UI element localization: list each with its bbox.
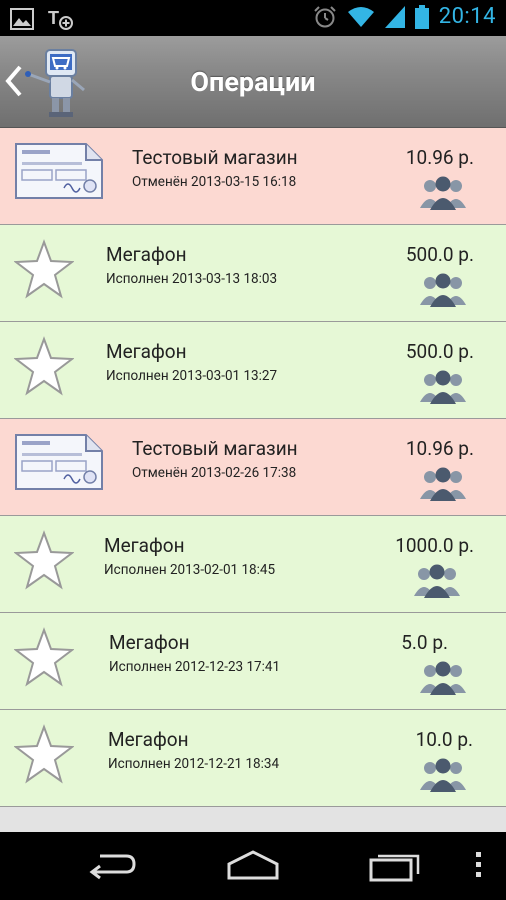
recent-apps-icon[interactable]	[368, 848, 424, 882]
operation-name: Мегафон	[106, 340, 187, 363]
operation-row-1[interactable]: Мегафон Исполнен 2013-03-13 18:03 500.0 …	[0, 225, 506, 322]
people-icon	[420, 370, 466, 404]
signal-icon	[384, 5, 405, 28]
people-icon	[414, 564, 460, 598]
operation-amount: 5.0 р.	[401, 631, 448, 654]
people-icon	[420, 467, 466, 501]
operation-row-4[interactable]: Мегафон Исполнен 2013-02-01 18:45 1000.0…	[0, 516, 506, 613]
wifi-icon	[347, 6, 374, 27]
star-icon	[14, 530, 74, 590]
home-nav-icon[interactable]	[226, 848, 280, 882]
star-icon	[14, 336, 74, 396]
operation-name: Мегафон	[108, 728, 189, 751]
operation-row-0[interactable]: Тестовый магазин Отменён 2013-03-15 16:1…	[0, 128, 506, 225]
operation-name: Тестовый магазин	[132, 437, 298, 460]
star-icon	[14, 724, 74, 784]
operation-amount: 10.96 р.	[405, 146, 474, 169]
operation-status: Отменён 2013-02-26 17:38	[132, 465, 297, 481]
operation-status: Исполнен 2013-03-01 13:27	[106, 368, 278, 384]
text-plus-icon: T	[48, 8, 73, 30]
operation-amount: 1000.0 р.	[395, 534, 474, 557]
operation-amount: 10.0 р.	[415, 728, 473, 751]
operation-name: Тестовый магазин	[132, 146, 298, 169]
operation-row-5[interactable]: Мегафон Исполнен 2012-12-23 17:41 5.0 р.	[0, 613, 506, 710]
operation-amount: 500.0 р.	[405, 243, 474, 266]
status-time: 20:14	[438, 4, 496, 29]
operation-amount: 500.0 р.	[405, 340, 474, 363]
overflow-menu-icon[interactable]	[472, 848, 484, 882]
operation-status: Отменён 2013-03-15 16:18	[132, 174, 297, 190]
operation-name: Мегафон	[106, 243, 187, 266]
operation-name: Мегафон	[109, 631, 190, 654]
action-bar: Операции	[0, 36, 506, 128]
back-nav-icon[interactable]	[86, 848, 138, 882]
operations-list: Тестовый магазин Отменён 2013-03-15 16:1…	[0, 128, 506, 807]
operation-row-6[interactable]: Мегафон Исполнен 2012-12-21 18:34 10.0 р…	[0, 710, 506, 807]
receipt-icon	[15, 434, 103, 490]
status-bar: T 20:14	[0, 0, 506, 36]
operation-name: Мегафон	[104, 534, 185, 557]
operation-amount: 10.96 р.	[405, 437, 474, 460]
people-icon	[420, 758, 466, 792]
operation-row-2[interactable]: Мегафон Исполнен 2013-03-01 13:27 500.0 …	[0, 322, 506, 419]
navigation-bar	[0, 832, 506, 900]
people-icon	[420, 176, 466, 210]
page-title: Операции	[190, 66, 316, 98]
alarm-icon	[313, 5, 336, 27]
battery-icon	[414, 4, 429, 29]
people-icon	[420, 273, 466, 307]
svg-text:T: T	[48, 8, 59, 28]
operation-status: Исполнен 2013-02-01 18:45	[104, 562, 276, 578]
operation-status: Исполнен 2012-12-23 17:41	[109, 659, 281, 675]
operation-row-3[interactable]: Тестовый магазин Отменён 2013-02-26 17:3…	[0, 419, 506, 516]
receipt-icon	[15, 143, 103, 199]
star-icon	[14, 627, 74, 687]
image-icon	[10, 8, 34, 30]
star-icon	[14, 239, 74, 299]
people-icon	[420, 661, 466, 695]
operation-status: Исполнен 2012-12-21 18:34	[108, 756, 280, 772]
operation-status: Исполнен 2013-03-13 18:03	[106, 271, 278, 287]
